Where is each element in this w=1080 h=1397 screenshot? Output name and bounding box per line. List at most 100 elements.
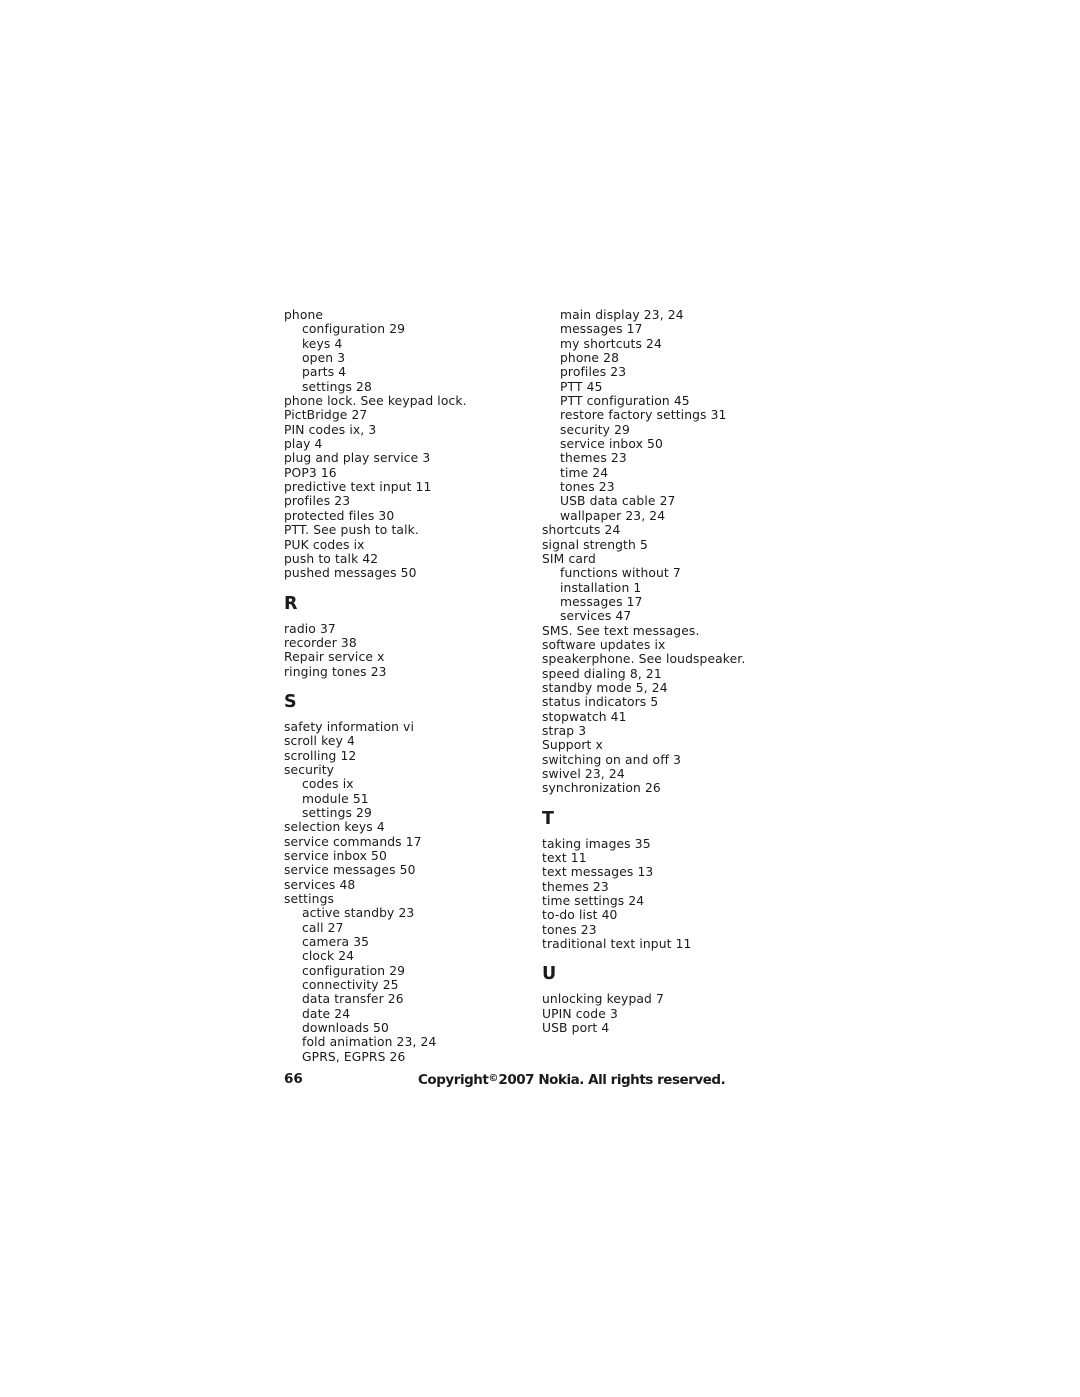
index-entry: PictBridge 27: [284, 408, 368, 423]
section-letter-r: R: [284, 593, 298, 614]
index-subentry: open 3: [302, 351, 346, 366]
index-entry: radio 37: [284, 621, 336, 636]
index-entry: service messages 50: [284, 863, 416, 878]
index-subentry: installation 1: [560, 580, 642, 595]
index-entry: switching on and off 3: [542, 752, 682, 767]
index-entry: taking images 35: [542, 836, 651, 851]
index-subentry: PTT configuration 45: [560, 394, 690, 409]
index-subentry: GPRS, EGPRS 26: [302, 1049, 406, 1064]
index-column-right: main display 23, 24 messages 17 my shortcu…: [542, 308, 792, 1035]
index-subentry: restore factory settings 31: [560, 408, 727, 423]
index-entry: USB port 4: [542, 1021, 610, 1036]
index-subentry: active standby 23: [302, 906, 415, 921]
index-entry: SMS. See text messages.: [542, 623, 700, 638]
index-subentry: module 51: [302, 791, 369, 806]
index-entry: pushed messages 50: [284, 566, 417, 581]
index-entry: ringing tones 23: [284, 664, 387, 679]
index-entry: phone lock. See keypad lock.: [284, 394, 467, 409]
section-letter-u: U: [542, 964, 557, 985]
index-entry: recorder 38: [284, 635, 357, 650]
index-subentry: call 27: [302, 920, 344, 935]
index-entry: scroll key 4: [284, 734, 355, 749]
page-footer: 66 Copyright©2007 Nokia. All rights rese…: [0, 1070, 1080, 1094]
index-subentry: configuration 29: [302, 322, 406, 337]
index-entry: status indicators 5: [542, 695, 659, 710]
index-subentry: date 24: [302, 1006, 351, 1021]
index-entry: services 48: [284, 877, 356, 892]
index-entry: speed dialing 8, 21: [542, 666, 662, 681]
index-entry: protected files 30: [284, 508, 395, 523]
index-subentry: my shortcuts 24: [560, 336, 662, 351]
index-subentry: settings 29: [302, 805, 372, 820]
index-subentry: fold animation 23, 24: [302, 1035, 437, 1050]
index-entry: profiles 23: [284, 494, 351, 509]
page-number: 66: [284, 1071, 303, 1087]
index-subentry: PTT 45: [560, 379, 603, 394]
index-entry: Support x: [542, 738, 603, 753]
index-entry: synchronization 26: [542, 781, 661, 796]
index-subentry: tones 23: [560, 480, 615, 495]
index-entry: shortcuts 24: [542, 523, 621, 538]
index-entry: security: [284, 762, 335, 777]
index-entry: speakerphone. See loudspeaker.: [542, 652, 746, 667]
index-subentry: time 24: [560, 465, 609, 480]
index-subentry: phone 28: [560, 351, 620, 366]
index-subentry: configuration 29: [302, 963, 406, 978]
index-entry: standby mode 5, 24: [542, 680, 668, 695]
index-subentry: themes 23: [560, 451, 627, 466]
index-entry: text messages 13: [542, 865, 654, 880]
index-entry: Repair service x: [284, 650, 385, 665]
index-subentry: keys 4: [302, 336, 343, 351]
index-subentry: profiles 23: [560, 365, 627, 380]
index-entry: selection keys 4: [284, 820, 385, 835]
index-entry: stopwatch 41: [542, 709, 627, 724]
index-entry: phone: [284, 308, 324, 322]
index-entry: push to talk 42: [284, 551, 379, 566]
index-subentry: functions without 7: [560, 566, 681, 581]
index-entry: service inbox 50: [284, 849, 387, 863]
index-entry: text 11: [542, 851, 587, 866]
index-entry: PUK codes ix: [284, 537, 365, 552]
index-entry: time settings 24: [542, 894, 645, 909]
index-entry: POP3 16: [284, 465, 337, 480]
index-entry: traditional text input 11: [542, 937, 692, 952]
index-subentry: main display 23, 24: [560, 308, 684, 322]
index-subentry: data transfer 26: [302, 992, 404, 1007]
index-subentry: downloads 50: [302, 1021, 389, 1036]
index-columns: phone configuration 29 keys 4 open 3 parts 4…: [284, 308, 800, 1064]
index-subentry: messages 17: [560, 322, 643, 337]
index-entry: UPIN code 3: [542, 1006, 618, 1021]
copyright-notice: Copyright©2007 Nokia. All rights reserve…: [418, 1070, 726, 1089]
index-subentry: connectivity 25: [302, 978, 399, 993]
index-entry: software updates ix: [542, 637, 666, 652]
index-entry: PTT. See push to talk.: [284, 523, 419, 538]
index-entry: PIN codes ix, 3: [284, 422, 377, 437]
index-subentry: services 47: [560, 609, 632, 624]
index-subentry: codes ix: [302, 777, 354, 792]
index-subentry: clock 24: [302, 949, 355, 964]
copyright-symbol: ©: [488, 1073, 499, 1084]
index-entry: signal strength 5: [542, 537, 648, 552]
index-subentry: USB data cable 27: [560, 494, 676, 509]
index-entry: predictive text input 11: [284, 480, 432, 495]
index-entry: to-do list 40: [542, 908, 618, 923]
index-subentry: settings 28: [302, 379, 372, 394]
index-entry: SIM card: [542, 551, 596, 566]
index-entry: themes 23: [542, 879, 609, 894]
section-letter-t: T: [542, 808, 555, 829]
index-entry: scrolling 12: [284, 748, 357, 763]
index-subentry: service inbox 50: [560, 437, 663, 452]
index-entry: service commands 17: [284, 834, 422, 849]
index-entry: strap 3: [542, 723, 587, 738]
index-entry: plug and play service 3: [284, 451, 431, 466]
copyright-suffix: 2007 Nokia. All rights reserved.: [498, 1071, 726, 1088]
index-entry: settings: [284, 892, 335, 907]
index-entry: unlocking keypad 7: [542, 992, 664, 1007]
index-page: phone configuration 29 keys 4 open 3 parts 4…: [0, 0, 1080, 1397]
index-entry: play 4: [284, 437, 323, 452]
index-entry: tones 23: [542, 922, 597, 937]
index-column-left: phone configuration 29 keys 4 open 3 parts 4…: [284, 308, 534, 1064]
index-subentry: messages 17: [560, 594, 643, 609]
section-letter-s: S: [284, 691, 297, 712]
index-entry: swivel 23, 24: [542, 767, 625, 781]
